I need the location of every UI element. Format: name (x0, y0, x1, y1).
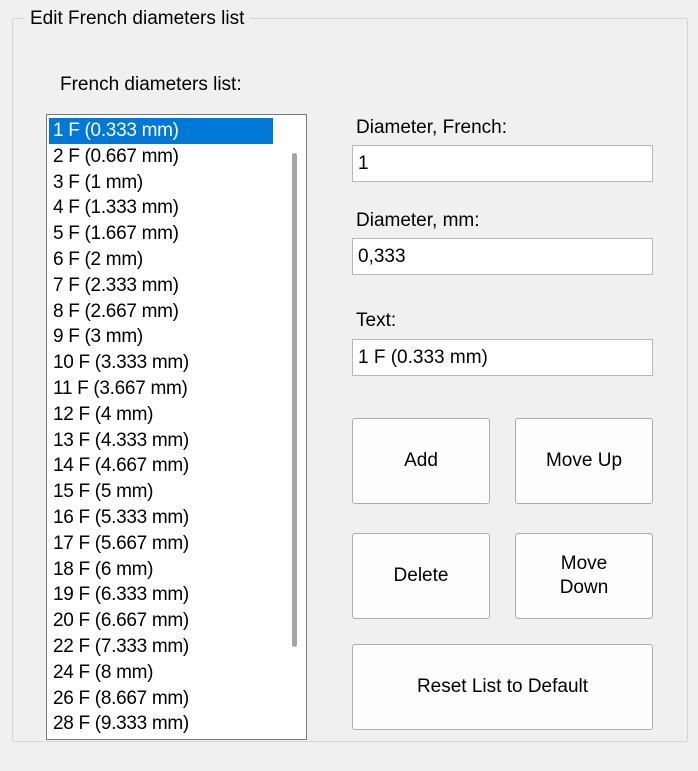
delete-button[interactable]: Delete (352, 533, 490, 619)
text-input[interactable]: 1 F (0.333 mm) (352, 339, 653, 376)
list-item[interactable]: 16 F (5.333 mm) (49, 505, 284, 531)
list-item[interactable]: 13 F (4.333 mm) (49, 428, 284, 454)
add-button[interactable]: Add (352, 418, 490, 504)
list-item[interactable]: 17 F (5.667 mm) (49, 531, 284, 557)
list-item[interactable]: 18 F (6 mm) (49, 557, 284, 583)
list-item[interactable]: 22 F (7.333 mm) (49, 634, 284, 660)
list-item[interactable]: 12 F (4 mm) (49, 402, 284, 428)
groupbox-title: Edit French diameters list (24, 8, 251, 30)
list-item[interactable]: 4 F (1.333 mm) (49, 195, 284, 221)
list-item[interactable]: 19 F (6.333 mm) (49, 582, 284, 608)
list-item[interactable]: 26 F (8.667 mm) (49, 686, 284, 712)
list-item[interactable]: 10 F (3.333 mm) (49, 350, 284, 376)
diameter-mm-input[interactable]: 0,333 (352, 238, 653, 275)
list-item[interactable]: 11 F (3.667 mm) (49, 376, 284, 402)
list-item[interactable]: 5 F (1.667 mm) (49, 221, 284, 247)
list-item[interactable]: 8 F (2.667 mm) (49, 299, 284, 325)
list-item[interactable]: 6 F (2 mm) (49, 247, 284, 273)
text-label: Text: (356, 310, 397, 331)
list-item[interactable]: 7 F (2.333 mm) (49, 273, 284, 299)
move-up-button[interactable]: Move Up (515, 418, 653, 504)
list-item[interactable]: 28 F (9.333 mm) (49, 711, 284, 737)
reset-list-button[interactable]: Reset List to Default (352, 644, 653, 730)
move-down-button[interactable]: Move Down (515, 533, 653, 619)
list-item[interactable]: 20 F (6.667 mm) (49, 608, 284, 634)
diameter-french-input[interactable]: 1 (352, 145, 653, 182)
list-items: 1 F (0.333 mm) 2 F (0.667 mm) 3 F (1 mm) 4 … (49, 118, 284, 737)
scrollbar-thumb[interactable] (292, 153, 297, 647)
list-item[interactable]: 3 F (1 mm) (49, 170, 284, 196)
list-label: French diameters list: (60, 74, 242, 95)
diameter-french-label: Diameter, French: (356, 117, 507, 138)
list-item[interactable]: 9 F (3 mm) (49, 324, 284, 350)
list-item[interactable]: 1 F (0.333 mm) (49, 118, 273, 144)
list-item[interactable]: 24 F (8 mm) (49, 660, 284, 686)
list-item[interactable]: 2 F (0.667 mm) (49, 144, 284, 170)
list-item[interactable]: 15 F (5 mm) (49, 479, 284, 505)
diameter-mm-label: Diameter, mm: (356, 210, 480, 231)
diameters-listbox[interactable]: 1 F (0.333 mm) 2 F (0.667 mm) 3 F (1 mm) 4 … (46, 114, 307, 740)
list-item[interactable]: 14 F (4.667 mm) (49, 453, 284, 479)
